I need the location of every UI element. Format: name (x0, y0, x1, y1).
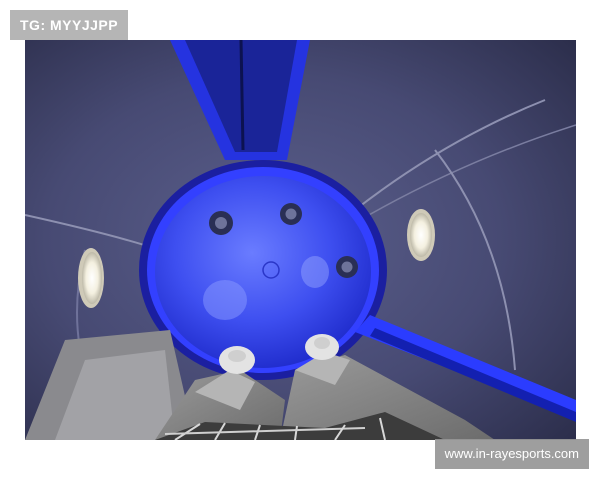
telegram-watermark: TG: MYYJJPP (10, 10, 129, 40)
tube-slide-photo (25, 40, 576, 440)
website-watermark: www.in-rayesports.com (434, 439, 589, 469)
photo (25, 40, 576, 440)
